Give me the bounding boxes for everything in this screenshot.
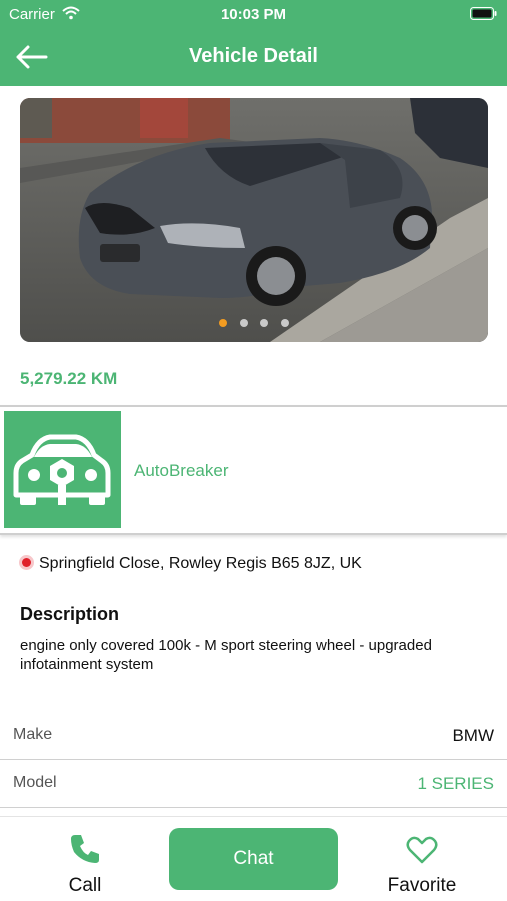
status-bar: Carrier 10:03 PM (0, 0, 507, 28)
favorite-button[interactable]: Favorite (372, 825, 472, 896)
call-label: Call (68, 875, 102, 896)
mileage-value: 5,279.22 KM (20, 369, 118, 388)
spec-row-model: Model 1 SERIES (0, 759, 507, 808)
page-title: Vehicle Detail (189, 45, 318, 67)
chat-button[interactable]: Chat (169, 828, 338, 890)
seller-logo (4, 411, 121, 528)
clock: 10:03 PM (220, 6, 287, 23)
spec-value: 1 SERIES (417, 774, 494, 793)
vehicle-photo (20, 98, 488, 342)
seller-name[interactable]: AutoBreaker (134, 461, 229, 481)
spec-value: BMW (452, 726, 494, 745)
carousel-dot-active[interactable] (219, 319, 228, 327)
favorite-label: Favorite (387, 875, 457, 896)
vehicle-photo-carousel[interactable] (20, 98, 488, 342)
spec-label: Model (13, 774, 57, 791)
spec-label: Make (13, 726, 53, 743)
seller-card[interactable]: AutoBreaker (0, 405, 507, 535)
location-row: Springfield Close, Rowley Regis B65 8JZ,… (22, 555, 362, 573)
heart-icon (406, 836, 438, 864)
battery-icon (470, 7, 497, 20)
pin-icon (22, 558, 31, 567)
carousel-dot[interactable] (280, 319, 289, 327)
nav-bar: Vehicle Detail (0, 28, 507, 86)
bottom-action-bar: Call Chat Favorite (0, 816, 507, 901)
carousel-dots[interactable] (20, 314, 488, 332)
description-text: engine only covered 100k - M sport steer… (20, 637, 432, 673)
phone-icon (71, 835, 99, 863)
address-text: Springfield Close, Rowley Regis B65 8JZ,… (39, 555, 362, 572)
spec-row-make: Make BMW (0, 711, 507, 760)
car-wrench-icon (13, 434, 111, 505)
carousel-dot[interactable] (239, 319, 248, 327)
carousel-dot[interactable] (260, 319, 269, 327)
description-heading: Description (20, 604, 120, 624)
call-button[interactable]: Call (45, 825, 125, 896)
